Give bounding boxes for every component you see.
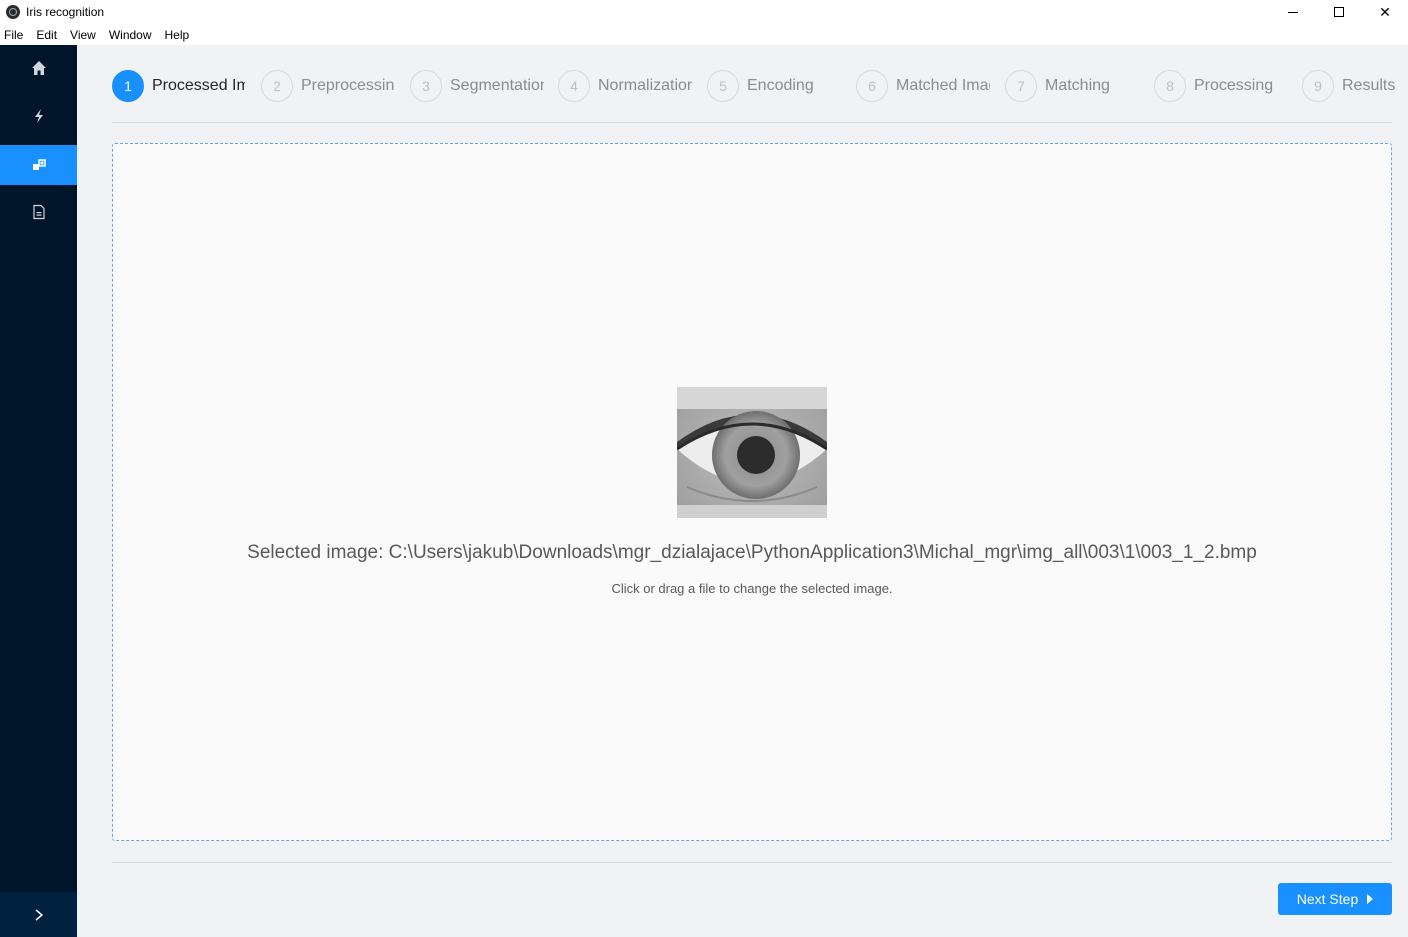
home-icon (31, 61, 46, 75)
minimize-icon (1288, 11, 1298, 13)
steps-divider (112, 122, 1392, 123)
eye-image (677, 387, 827, 518)
maximize-icon (1334, 7, 1344, 17)
sidebar-item-home[interactable] (0, 48, 77, 88)
dropzone-hint: Click or drag a file to change the selec… (611, 581, 893, 596)
maximize-button[interactable] (1316, 0, 1362, 24)
step-6[interactable]: 6 Matched Image (856, 70, 990, 102)
image-dropzone[interactable]: Selected image: C:\Users\jakub\Downloads… (112, 143, 1392, 841)
chevron-right-icon (35, 908, 43, 921)
step-label: Results (1342, 77, 1396, 94)
app-icon (6, 5, 20, 19)
close-button[interactable]: ✕ (1362, 0, 1408, 24)
steps-bar: 1 Processed Image 2 Preprocessing 3 Segm… (112, 70, 1395, 104)
step-number: 2 (261, 70, 293, 102)
lightning-icon (34, 109, 43, 123)
menu-view[interactable]: View (70, 28, 96, 42)
close-icon: ✕ (1379, 3, 1391, 20)
minimize-button[interactable] (1270, 0, 1316, 24)
menu-file[interactable]: File (4, 28, 23, 42)
next-step-button[interactable]: Next Step (1278, 883, 1392, 915)
step-number: 5 (707, 70, 739, 102)
file-icon (32, 204, 45, 220)
step-number: 1 (112, 70, 144, 102)
step-8[interactable]: 8 Processing (1154, 70, 1273, 102)
step-label: Processing (1194, 77, 1274, 94)
step-2[interactable]: 2 Preprocessing (261, 70, 395, 102)
step-number: 8 (1154, 70, 1186, 102)
step-label: Matching (1045, 77, 1110, 94)
footer-divider (112, 862, 1392, 863)
step-label: Encoding (747, 77, 814, 94)
sidebar (0, 45, 77, 937)
window-title: Iris recognition (26, 5, 105, 19)
step-label: Preprocessing (301, 77, 395, 94)
step-number: 9 (1302, 70, 1334, 102)
caret-right-icon (1367, 894, 1374, 904)
step-1[interactable]: 1 Processed Image (112, 70, 245, 102)
step-number: 4 (558, 70, 590, 102)
step-9[interactable]: 9 Results (1302, 70, 1395, 102)
step-number: 7 (1005, 70, 1037, 102)
sidebar-item-file[interactable] (0, 192, 77, 232)
title-bar: Iris recognition ✕ (0, 0, 1408, 24)
step-label: Matched Image (896, 77, 990, 94)
sidebar-item-process[interactable] (0, 96, 77, 136)
step-3[interactable]: 3 Segmentation (410, 70, 544, 102)
menu-edit[interactable]: Edit (36, 28, 57, 42)
selected-image-path: Selected image: C:\Users\jakub\Downloads… (247, 542, 1257, 563)
menu-bar: File Edit View Window Help (0, 24, 1408, 45)
step-label: Segmentation (450, 77, 544, 94)
menu-window[interactable]: Window (109, 28, 152, 42)
step-label: Normalization (598, 77, 692, 94)
step-number: 3 (410, 70, 442, 102)
next-step-label: Next Step (1296, 891, 1359, 907)
sidebar-item-blocks[interactable] (0, 145, 77, 185)
menu-help[interactable]: Help (165, 28, 190, 42)
step-5[interactable]: 5 Encoding (707, 70, 814, 102)
step-4[interactable]: 4 Normalization (558, 70, 692, 102)
step-label: Processed Image (152, 77, 245, 94)
step-7[interactable]: 7 Matching (1005, 70, 1110, 102)
sidebar-collapse-button[interactable] (0, 892, 77, 937)
blocks-icon (32, 159, 46, 170)
step-number: 6 (856, 70, 888, 102)
window-controls: ✕ (1270, 0, 1408, 24)
